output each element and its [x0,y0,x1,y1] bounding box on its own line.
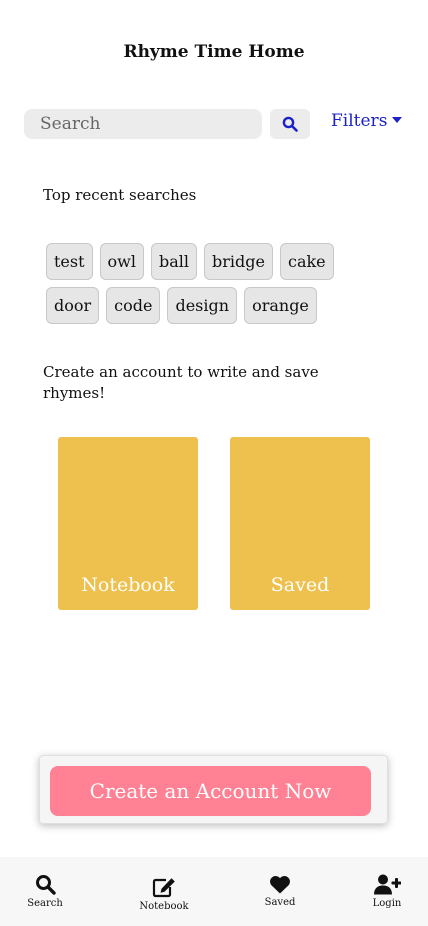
search-input[interactable] [24,109,262,139]
bottom-nav: Search Notebook Saved Login [0,857,428,926]
recent-search-chip[interactable]: door [46,287,100,324]
saved-card[interactable]: Saved [230,437,370,610]
page-title: Rhyme Time Home [123,42,305,62]
cta-panel: Create an Account Now [39,755,388,824]
recent-search-chip[interactable]: owl [99,243,144,280]
filters-label: Filters [331,111,388,131]
recent-search-chip[interactable]: cake [279,243,334,280]
recent-search-chip[interactable]: test [46,243,93,280]
user-plus-icon [373,874,401,895]
recent-search-chip[interactable]: bridge [204,243,273,280]
search-bar: Filters [24,109,404,139]
filters-dropdown[interactable]: Filters [331,111,403,131]
notebook-card-label: Notebook [81,574,175,596]
search-icon [35,875,56,895]
nav-saved-label: Saved [264,897,296,908]
recent-searches-list: test owl ball bridge cake door code desi… [46,243,366,324]
nav-login-label: Login [372,898,402,909]
recent-search-chip[interactable]: code [106,287,161,324]
nav-notebook[interactable]: Notebook [136,860,192,926]
notebook-card[interactable]: Notebook [58,437,198,610]
recent-search-chip[interactable]: design [167,287,238,324]
nav-search-label: Search [27,898,63,909]
nav-search[interactable]: Search [25,857,65,926]
edit-icon [152,878,175,898]
caret-down-icon [392,117,403,123]
recent-searches-heading: Top recent searches [43,186,197,204]
account-prompt: Create an account to write and save rhym… [43,363,319,402]
recent-search-chip[interactable]: ball [151,243,198,280]
saved-card-label: Saved [270,574,330,596]
nav-notebook-label: Notebook [139,901,189,912]
search-icon [282,116,298,132]
create-account-button[interactable]: Create an Account Now [50,766,371,816]
recent-search-chip[interactable]: orange [244,287,317,324]
search-button[interactable] [270,109,310,139]
nav-saved[interactable]: Saved [262,857,298,926]
nav-login[interactable]: Login [368,857,406,926]
heart-icon [270,876,290,894]
